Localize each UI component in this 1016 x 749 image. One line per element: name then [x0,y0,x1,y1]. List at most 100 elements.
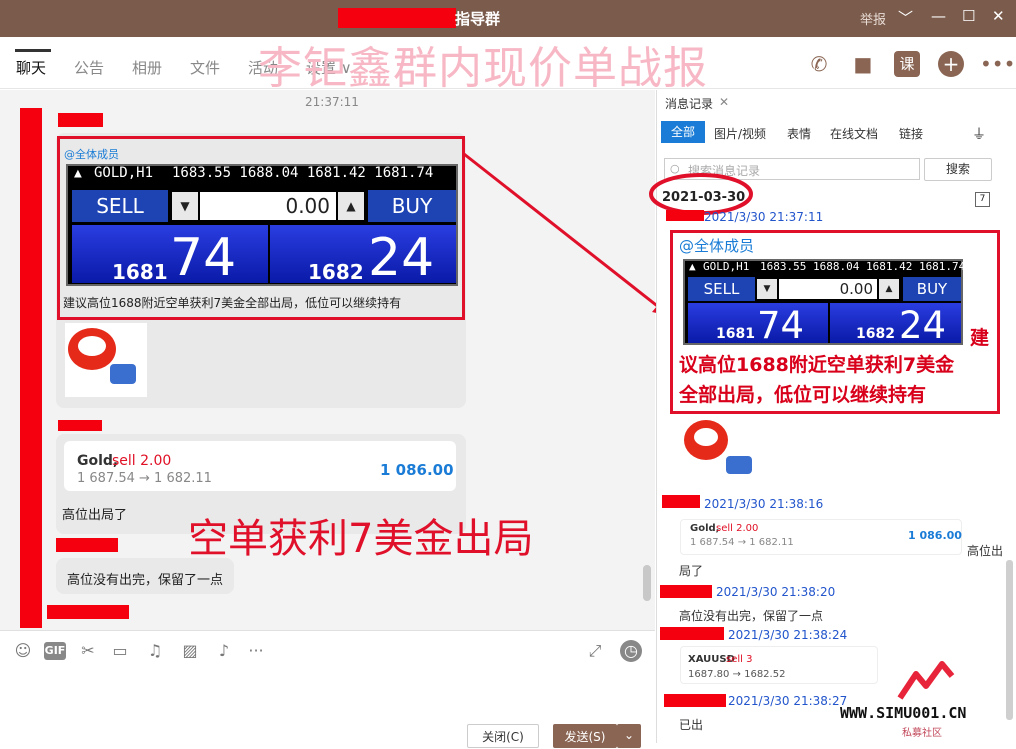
site-logo-subtitle: 私募社区 [902,728,942,739]
close-button[interactable]: ✕ [992,7,1005,25]
video-icon[interactable]: ■ [850,51,876,77]
history-mention[interactable]: @全体成员 [679,235,754,256]
filter-stickers[interactable]: 表情 [787,125,811,142]
history-fox-face-icon [694,428,718,446]
history-search-button[interactable]: 搜索 [924,158,992,181]
redacted-sender [47,605,129,619]
history-megaphone-icon [726,456,752,474]
message-text: 高位没有出完，保留了一点 [67,573,224,588]
history-trade-side: sell 2.00 [716,523,759,534]
history-trade-side: sell 3 [726,654,753,665]
folder-icon[interactable]: ▭ [109,640,131,662]
buy-button[interactable]: BUY [368,190,456,222]
course-icon[interactable]: 课 [894,51,920,77]
scissors-icon[interactable]: ✂ [77,640,99,662]
history-trade-prices: 1687.80 → 1682.52 [688,669,786,680]
history-text: 已出 [679,718,704,732]
history-buy-button: BUY [903,277,961,301]
send-options-icon[interactable]: ⌄ [617,724,641,748]
filter-media[interactable]: 图片/视频 [714,125,766,142]
watermark-overlay: 李钜鑫群内现价单战报 [258,43,708,94]
filter-all[interactable]: 全部 [661,121,705,143]
active-tab-indicator [15,49,51,52]
tab-album[interactable]: 相册 [132,57,162,78]
history-sell-small: 1681 [716,326,755,342]
redacted-sender [666,210,704,221]
image-icon[interactable]: ▨ [179,640,201,662]
bell-icon[interactable]: ♪ [213,640,235,662]
simu-logo-icon [897,661,955,700]
mention-all[interactable]: @全体成员 [64,146,119,162]
history-tab-title[interactable]: 消息记录 [665,95,713,112]
redacted-sender [662,495,700,508]
megaphone-icon [110,364,136,384]
message-text: 建议高位1688附近空单获利7美金全部出局，低位可以继续持有 [63,296,402,310]
scrollbar-thumb[interactable] [643,565,651,601]
history-volume-value: 0.00 [779,279,877,299]
dropdown-icon[interactable]: ﹀ [898,7,913,28]
window-title: 指导群 [455,10,501,28]
history-text: 高位出 [967,544,1004,558]
more-tools-icon[interactable]: ··· [245,640,267,662]
widget-symbol: GOLD,H1 [94,165,154,181]
music-icon[interactable]: ♫ [144,640,166,662]
emoji-icon[interactable]: ☺ [12,640,34,662]
widget-header-arrow-icon: ▲ [74,166,82,181]
history-sell-button: SELL [688,277,755,301]
history-message-first-char: 建 [970,327,990,349]
history-volume-down-icon: ▼ [757,279,777,299]
history-icon[interactable]: ◷ [620,640,642,662]
history-scrollbar-thumb[interactable] [1006,560,1013,720]
history-message-line1: 议高位1688附近空单获利7美金 [679,354,955,376]
add-icon[interactable]: + [938,51,964,77]
volume-input[interactable]: 0.00 [200,192,336,220]
redacted-sender [660,585,712,598]
redacted-avatars [20,108,42,628]
history-time: 2021/3/30 21:38:27 [728,694,848,708]
redacted-sender [58,113,103,127]
sell-price-big: 74 [170,228,237,288]
report-button[interactable]: 举报 [860,9,886,28]
send-button[interactable]: 发送(S) [553,724,617,748]
phone-icon[interactable]: ✆ [806,51,832,77]
trade-side: sell 2.00 [112,453,172,469]
message-time: 21:37:11 [305,95,359,109]
tab-announcement[interactable]: 公告 [74,57,104,78]
more-icon[interactable]: ••• [980,51,1015,77]
sell-button[interactable]: SELL [72,190,168,222]
history-tab-close-icon[interactable]: ✕ [719,95,729,109]
trade-profit: 1 086.00 [380,461,454,479]
history-time: 2021/3/30 21:38:24 [728,628,848,642]
history-trade-prices: 1 687.54 → 1 682.11 [690,537,794,548]
buy-price-big: 24 [368,228,435,288]
filter-icon[interactable]: ⏚ [972,124,986,144]
filter-docs[interactable]: 在线文档 [830,125,878,142]
expand-icon[interactable]: ⤢ [584,640,606,662]
history-widget-symbol: GOLD,H1 [703,260,750,273]
history-trade-profit: 1 086.00 [908,529,962,542]
widget-quote: 1683.55 1688.04 1681.42 1681.74 [172,165,434,181]
history-volume-up-icon: ▲ [879,279,899,299]
volume-down-icon[interactable]: ▼ [172,192,198,220]
calendar-icon[interactable]: 7 [975,192,990,207]
tab-chat[interactable]: 聊天 [16,57,46,78]
trade-prices: 1 687.54 → 1 682.11 [77,471,212,486]
history-time: 2021/3/30 21:38:16 [704,497,824,511]
history-text: 局了 [679,564,704,578]
gif-icon[interactable]: GIF [44,642,66,660]
close-chat-button[interactable]: 关闭(C) [467,724,539,748]
history-buy-small: 1682 [856,326,895,342]
minimize-button[interactable]: — [931,7,946,25]
history-message-line2: 全部出局，低位可以继续持有 [679,384,927,406]
redacted-sender [660,627,724,640]
redacted-sender [56,538,118,552]
maximize-button[interactable]: ☐ [962,7,975,25]
sell-price-small: 1681 [112,260,168,284]
redacted-group-name [338,8,456,28]
message-text: 高位出局了 [62,508,128,523]
volume-up-icon[interactable]: ▲ [338,192,364,220]
filter-links[interactable]: 链接 [899,125,923,142]
site-logo-text: WWW.SIMU001.CN [840,704,967,722]
tab-files[interactable]: 文件 [190,57,220,78]
history-widget-arrow-icon: ▲ [689,260,696,273]
